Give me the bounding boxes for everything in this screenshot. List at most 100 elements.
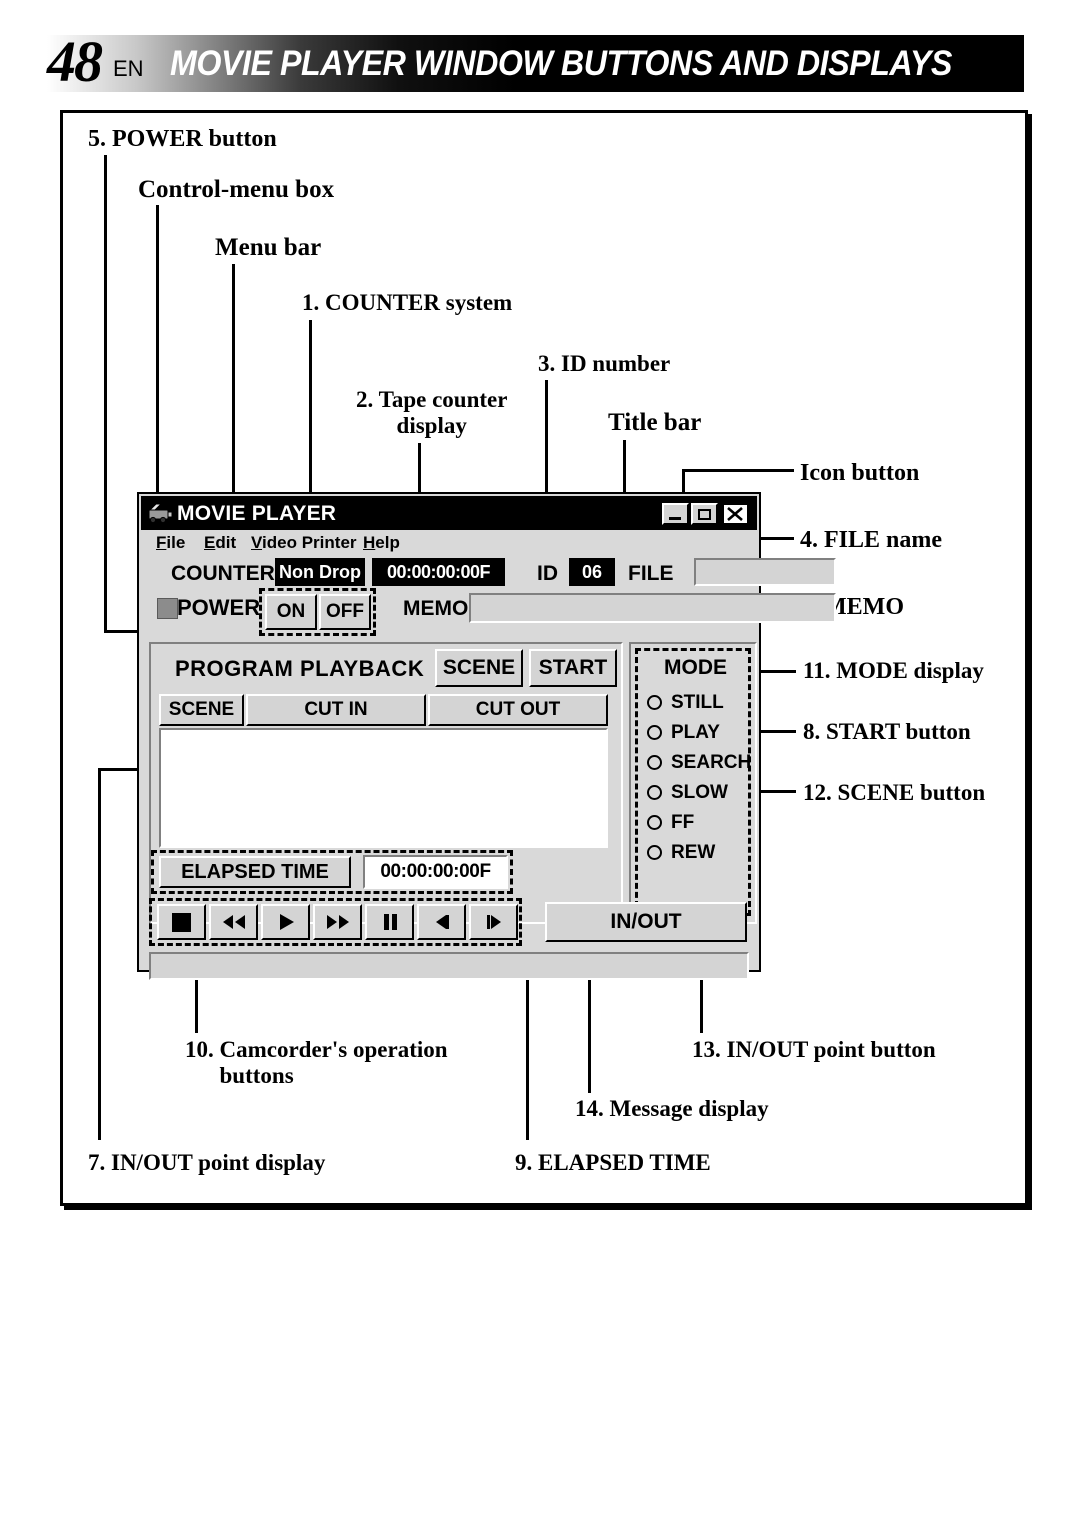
program-playback-title: PROGRAM PLAYBACK (175, 656, 425, 681)
menu-file-mnemonic: F (156, 533, 167, 552)
power-on-button[interactable]: ON (265, 594, 317, 630)
power-label: POWER (177, 595, 261, 620)
radio-play[interactable] (647, 725, 662, 740)
menu-help-label: elp (375, 533, 400, 552)
mode-option-still[interactable]: STILL (647, 690, 747, 718)
column-header-cut-in-label: CUT IN (304, 699, 368, 720)
power-off-button[interactable]: OFF (319, 594, 371, 630)
fast-forward-icon (326, 915, 349, 929)
menu-file[interactable]: File (156, 532, 185, 554)
frame-back-icon (435, 915, 449, 929)
play-button[interactable] (261, 904, 310, 940)
file-label: FILE (628, 562, 674, 585)
leader-control-menu (156, 205, 159, 508)
mode-option-slow[interactable]: SLOW (647, 780, 747, 808)
callout-camcorder-buttons: 10. Camcorder's operation buttons (185, 1037, 448, 1088)
rewind-icon (222, 915, 245, 929)
file-name-value (696, 560, 834, 566)
inout-point-list[interactable] (159, 728, 608, 848)
title-bar[interactable]: MOVIE PLAYER (141, 496, 757, 530)
menu-video-printer-mnemonic: V (251, 533, 263, 552)
power-off-label: OFF (326, 601, 364, 622)
column-header-cut-out-label: CUT OUT (475, 699, 561, 720)
mode-option-ff-label: FF (671, 812, 695, 833)
file-name-input[interactable] (694, 558, 836, 586)
camcorder-icon[interactable] (147, 501, 173, 525)
callout-tape-counter-display: 2. Tape counter display (356, 387, 508, 438)
mode-option-play[interactable]: PLAY (647, 720, 747, 748)
leader-icon-button-h (682, 469, 794, 472)
mode-option-rew-label: REW (671, 842, 716, 863)
pause-button[interactable] (365, 904, 414, 940)
close-button[interactable] (722, 503, 749, 525)
callout-counter-system: 1. COUNTER system (302, 290, 513, 315)
mode-option-search-label: SEARCH (671, 752, 752, 773)
mode-option-rew[interactable]: REW (647, 840, 747, 868)
page-title: MOVIE PLAYER WINDOW BUTTONS AND DISPLAYS (170, 44, 952, 83)
menu-video-printer[interactable]: Video Printer (251, 532, 357, 554)
counter-system-display[interactable]: Non Drop (275, 558, 365, 586)
rewind-button[interactable] (209, 904, 258, 940)
play-icon (279, 914, 294, 930)
tape-counter-value: 00:00:00:00F (386, 562, 491, 582)
frame-forward-icon (486, 915, 501, 929)
page-language: EN (113, 56, 144, 81)
callout-scene-button: 12. SCENE button (803, 780, 986, 805)
column-header-cut-out[interactable]: CUT OUT (428, 694, 608, 726)
leader-inout-display-v (98, 768, 101, 1140)
callout-menu-bar: Menu bar (215, 234, 322, 261)
elapsed-time-display: 00:00:00:00F (363, 855, 508, 889)
radio-rew[interactable] (647, 845, 662, 860)
leader-power-v (104, 155, 107, 633)
menu-help-mnemonic: H (363, 533, 376, 552)
radio-search[interactable] (647, 755, 662, 770)
callout-title-bar: Title bar (608, 409, 702, 436)
maximize-button[interactable] (691, 503, 718, 525)
memo-value (471, 595, 834, 603)
callout-inout-point-display: 7. IN/OUT point display (88, 1150, 326, 1175)
stop-icon (172, 912, 191, 932)
id-number-display[interactable]: 06 (569, 558, 615, 586)
start-button[interactable]: START (529, 649, 617, 687)
minimize-button[interactable] (662, 503, 689, 525)
radio-slow[interactable] (647, 785, 662, 800)
callout-control-menu-box: Control-menu box (138, 176, 335, 203)
mode-option-ff[interactable]: FF (647, 810, 747, 838)
stop-button[interactable] (157, 904, 206, 940)
counter-system-value: Non Drop (279, 562, 361, 582)
mode-title: MODE (664, 656, 727, 679)
mode-option-slow-label: SLOW (671, 782, 728, 803)
mode-option-search[interactable]: SEARCH (647, 750, 752, 778)
menu-edit[interactable]: Edit (204, 532, 236, 554)
menu-video-printer-label: ideo Printer (262, 533, 357, 552)
id-label: ID (537, 562, 558, 585)
scene-add-label: SCENE (442, 656, 516, 679)
menu-edit-label: dit (215, 533, 237, 552)
inout-point-button[interactable]: IN/OUT (545, 902, 747, 942)
column-header-scene[interactable]: SCENE (159, 694, 244, 726)
counter-label: COUNTER (171, 562, 275, 585)
window-title: MOVIE PLAYER (177, 502, 337, 525)
frame-back-button[interactable] (417, 904, 466, 940)
inout-point-button-label: IN/OUT (610, 910, 682, 933)
elapsed-time-label-button[interactable]: ELAPSED TIME (159, 856, 351, 888)
power-on-label: ON (276, 601, 306, 622)
tape-counter-display[interactable]: 00:00:00:00F (372, 558, 505, 586)
scene-add-button[interactable]: SCENE (435, 649, 523, 687)
memo-input[interactable] (469, 593, 836, 623)
callout-id-number: 3. ID number (538, 351, 671, 376)
radio-still[interactable] (647, 695, 662, 710)
mode-option-play-label: PLAY (671, 722, 720, 743)
movie-player-window: MOVIE PLAYER File Edit Video Printer Hel… (137, 492, 836, 980)
callout-inout-point-button: 13. IN/OUT point button (692, 1037, 936, 1062)
menu-help[interactable]: Help (363, 532, 400, 554)
callout-file-name: 4. FILE name (800, 527, 943, 553)
column-header-cut-in[interactable]: CUT IN (246, 694, 426, 726)
frame-forward-button[interactable] (469, 904, 518, 940)
start-label: START (538, 656, 608, 679)
elapsed-time-label: ELAPSED TIME (181, 860, 329, 883)
menu-edit-mnemonic: E (204, 533, 216, 552)
elapsed-time-value: 00:00:00:00F (380, 861, 491, 882)
radio-ff[interactable] (647, 815, 662, 830)
fast-forward-button[interactable] (313, 904, 362, 940)
